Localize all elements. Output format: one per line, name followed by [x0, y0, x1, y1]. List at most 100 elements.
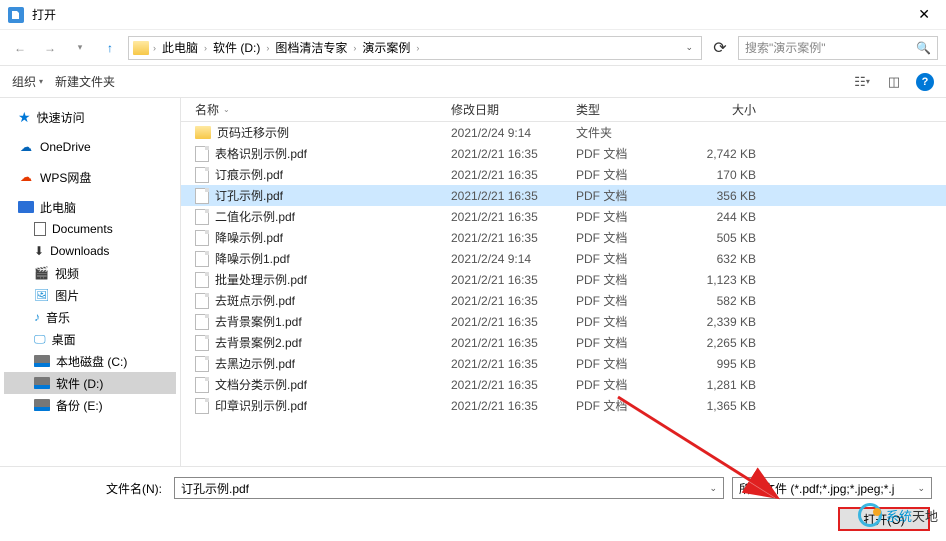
pdf-icon: [195, 272, 209, 288]
sidebar-pictures[interactable]: 🖼图片: [4, 284, 176, 306]
sidebar-desktop[interactable]: 🖵桌面: [4, 328, 176, 350]
app-icon: [8, 7, 24, 23]
file-row[interactable]: 订痕示例.pdf2021/2/21 16:35PDF 文档170 KB: [181, 164, 946, 185]
pdf-icon: [195, 167, 209, 183]
file-row[interactable]: 表格识别示例.pdf2021/2/21 16:35PDF 文档2,742 KB: [181, 143, 946, 164]
file-row[interactable]: 批量处理示例.pdf2021/2/21 16:35PDF 文档1,123 KB: [181, 269, 946, 290]
file-name: 表格识别示例.pdf: [215, 145, 307, 162]
sidebar-quick-access[interactable]: ★快速访问: [4, 106, 176, 128]
navigation-sidebar: ★快速访问 ☁OneDrive ☁WPS网盘 此电脑 Documents ⬇Do…: [0, 98, 180, 466]
column-date[interactable]: 修改日期: [443, 101, 568, 118]
file-row[interactable]: 去背景案例1.pdf2021/2/21 16:35PDF 文档2,339 KB: [181, 311, 946, 332]
chevron-down-icon[interactable]: ⌄: [709, 483, 717, 494]
music-icon: ♪: [34, 310, 40, 324]
file-name: 印章识别示例.pdf: [215, 397, 307, 414]
breadcrumb-item[interactable]: 软件 (D:): [209, 39, 264, 56]
file-date: 2021/2/21 16:35: [443, 399, 568, 413]
chevron-right-icon: ›: [353, 43, 356, 53]
nav-back-button[interactable]: ←: [8, 36, 32, 60]
new-folder-button[interactable]: 新建文件夹: [55, 73, 115, 90]
close-button[interactable]: ✕: [910, 4, 938, 25]
file-date: 2021/2/24 9:14: [443, 252, 568, 266]
file-row[interactable]: 降噪示例.pdf2021/2/21 16:35PDF 文档505 KB: [181, 227, 946, 248]
file-row[interactable]: 二值化示例.pdf2021/2/21 16:35PDF 文档244 KB: [181, 206, 946, 227]
sidebar-wps[interactable]: ☁WPS网盘: [4, 166, 176, 188]
file-size: 244 KB: [676, 210, 776, 224]
nav-recent-dropdown[interactable]: ▾: [68, 36, 92, 60]
file-row[interactable]: 印章识别示例.pdf2021/2/21 16:35PDF 文档1,365 KB: [181, 395, 946, 416]
file-row[interactable]: 页码迁移示例2021/2/24 9:14文件夹: [181, 122, 946, 143]
file-row[interactable]: 文档分类示例.pdf2021/2/21 16:35PDF 文档1,281 KB: [181, 374, 946, 395]
pdf-icon: [195, 251, 209, 267]
sidebar-this-pc[interactable]: 此电脑: [4, 196, 176, 218]
refresh-button[interactable]: ⟳: [708, 36, 732, 60]
file-size: 582 KB: [676, 294, 776, 308]
view-options-button[interactable]: ☷ ▾: [852, 74, 872, 90]
file-date: 2021/2/21 16:35: [443, 294, 568, 308]
file-row[interactable]: 去背景案例2.pdf2021/2/21 16:35PDF 文档2,265 KB: [181, 332, 946, 353]
file-size: 1,123 KB: [676, 273, 776, 287]
nav-forward-button[interactable]: →: [38, 36, 62, 60]
file-name: 去背景案例2.pdf: [215, 334, 302, 351]
cloud-icon: ☁: [18, 139, 34, 155]
pc-icon: [18, 201, 34, 213]
sidebar-disk-e[interactable]: 备份 (E:): [4, 394, 176, 416]
sidebar-documents[interactable]: Documents: [4, 218, 176, 240]
chevron-down-icon[interactable]: ⌄: [681, 42, 697, 53]
disk-icon: [34, 399, 50, 411]
search-input[interactable]: 搜索"演示案例" 🔍: [738, 36, 938, 60]
file-size: 2,742 KB: [676, 147, 776, 161]
star-icon: ★: [18, 109, 31, 126]
folder-icon: [133, 41, 149, 55]
file-row[interactable]: 订孔示例.pdf2021/2/21 16:35PDF 文档356 KB: [181, 185, 946, 206]
file-date: 2021/2/21 16:35: [443, 189, 568, 203]
column-type[interactable]: 类型: [568, 101, 676, 118]
column-name[interactable]: 名称⌄: [181, 101, 443, 118]
sidebar-music[interactable]: ♪音乐: [4, 306, 176, 328]
breadcrumb-item[interactable]: 演示案例: [358, 39, 414, 56]
file-type: PDF 文档: [568, 250, 676, 267]
chevron-down-icon: ⌄: [917, 483, 925, 494]
file-date: 2021/2/24 9:14: [443, 126, 568, 140]
organize-menu[interactable]: 组织▾: [12, 73, 43, 90]
search-icon: 🔍: [916, 41, 931, 55]
breadcrumb-item[interactable]: 图档清洁专家: [271, 39, 351, 56]
sidebar-disk-d[interactable]: 软件 (D:): [4, 372, 176, 394]
help-button[interactable]: ?: [916, 73, 934, 91]
sidebar-videos[interactable]: 🎬视频: [4, 262, 176, 284]
file-date: 2021/2/21 16:35: [443, 168, 568, 182]
file-row[interactable]: 去黑边示例.pdf2021/2/21 16:35PDF 文档995 KB: [181, 353, 946, 374]
nav-up-button[interactable]: ↑: [98, 36, 122, 60]
file-size: 505 KB: [676, 231, 776, 245]
address-bar[interactable]: › 此电脑 › 软件 (D:) › 图档清洁专家 › 演示案例 › ⌄: [128, 36, 702, 60]
watermark: 系统天地: [858, 503, 938, 527]
file-type: PDF 文档: [568, 187, 676, 204]
file-size: 995 KB: [676, 357, 776, 371]
column-headers: 名称⌄ 修改日期 类型 大小: [181, 98, 946, 122]
file-row[interactable]: 降噪示例1.pdf2021/2/24 9:14PDF 文档632 KB: [181, 248, 946, 269]
breadcrumb-item[interactable]: 此电脑: [158, 39, 202, 56]
file-type: PDF 文档: [568, 313, 676, 330]
column-size[interactable]: 大小: [676, 101, 776, 118]
file-date: 2021/2/21 16:35: [443, 231, 568, 245]
folder-icon: [195, 126, 211, 139]
sidebar-downloads[interactable]: ⬇Downloads: [4, 240, 176, 262]
file-type: PDF 文档: [568, 355, 676, 372]
filename-input[interactable]: 订孔示例.pdf ⌄: [174, 477, 724, 499]
chevron-right-icon: ›: [153, 43, 156, 53]
filetype-select[interactable]: 所有文件 (*.pdf;*.jpg;*.jpeg;*.j ⌄: [732, 477, 932, 499]
pdf-icon: [195, 356, 209, 372]
preview-pane-button[interactable]: ◫: [884, 74, 904, 90]
sidebar-onedrive[interactable]: ☁OneDrive: [4, 136, 176, 158]
desktop-icon: 🖵: [34, 332, 46, 347]
file-name: 批量处理示例.pdf: [215, 271, 307, 288]
file-type: PDF 文档: [568, 166, 676, 183]
file-date: 2021/2/21 16:35: [443, 336, 568, 350]
pdf-icon: [195, 230, 209, 246]
file-name: 去黑边示例.pdf: [215, 355, 295, 372]
filename-label: 文件名(N):: [14, 480, 166, 497]
file-name: 降噪示例.pdf: [215, 229, 283, 246]
file-row[interactable]: 去斑点示例.pdf2021/2/21 16:35PDF 文档582 KB: [181, 290, 946, 311]
sidebar-disk-c[interactable]: 本地磁盘 (C:): [4, 350, 176, 372]
disk-icon: [34, 355, 50, 367]
